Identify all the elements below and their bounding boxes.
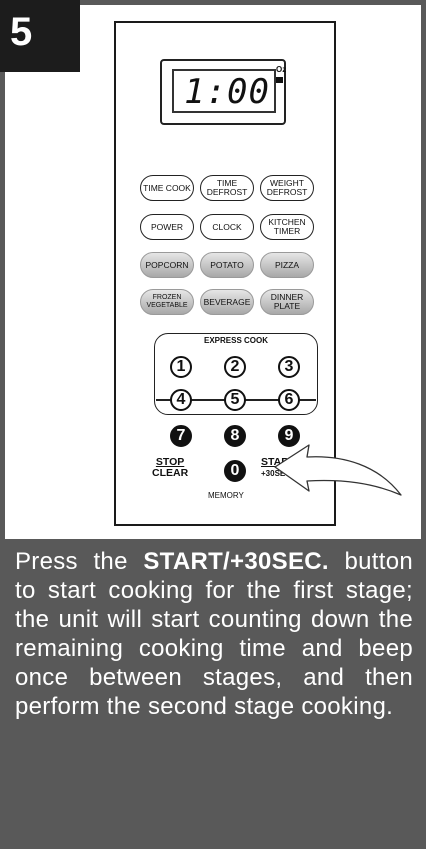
instruction-pre: Press the <box>15 548 144 575</box>
kitchen-timer-button[interactable]: KITCHEN TIMER <box>260 214 314 240</box>
clock-button[interactable]: CLOCK <box>200 214 254 240</box>
stop-clear-button[interactable]: STOP CLEAR <box>152 457 188 479</box>
oz-indicator: Oz <box>276 65 287 74</box>
number-3-button[interactable]: 3 <box>278 356 300 378</box>
number-2-button[interactable]: 2 <box>224 356 246 378</box>
number-5-button[interactable]: 5 <box>224 389 246 411</box>
memory-label: MEMORY <box>208 491 244 500</box>
display-time: 1:00 <box>184 72 270 112</box>
instruction-text: Press the START/+30SEC. button to start … <box>15 547 413 721</box>
number-7-button[interactable]: 7 <box>170 425 192 447</box>
number-0-button[interactable]: 0 <box>224 460 246 482</box>
number-1-button[interactable]: 1 <box>170 356 192 378</box>
instruction-panel: Press the START/+30SEC. button to start … <box>5 539 421 844</box>
frozen-vegetable-button[interactable]: FROZEN VEGETABLE <box>140 289 194 315</box>
illustration-area: 1:00 Oz TIME COOK TIME DEFROST WEIGHT DE… <box>5 5 421 535</box>
number-8-button[interactable]: 8 <box>224 425 246 447</box>
number-4-button[interactable]: 4 <box>170 389 192 411</box>
pointer-arrow-icon <box>274 444 402 496</box>
time-cook-button[interactable]: TIME COOK <box>140 175 194 201</box>
number-6-button[interactable]: 6 <box>278 389 300 411</box>
lcd-display: 1:00 Oz <box>160 59 286 125</box>
time-defrost-button[interactable]: TIME DEFROST <box>200 175 254 201</box>
express-cook-label: EXPRESS COOK <box>203 336 268 345</box>
pizza-button[interactable]: PIZZA <box>260 252 314 278</box>
dinner-plate-button[interactable]: DINNER PLATE <box>260 289 314 315</box>
weight-defrost-button[interactable]: WEIGHT DEFROST <box>260 175 314 201</box>
instruction-button-name: START/+30SEC. <box>143 548 329 575</box>
lcd-screen: 1:00 <box>172 69 276 113</box>
beverage-button[interactable]: BEVERAGE <box>200 289 254 315</box>
popcorn-button[interactable]: POPCORN <box>140 252 194 278</box>
step-number-badge: 5 <box>0 0 80 72</box>
power-button[interactable]: POWER <box>140 214 194 240</box>
clear-label: CLEAR <box>152 467 189 479</box>
potato-button[interactable]: POTATO <box>200 252 254 278</box>
cup-icon <box>276 77 283 83</box>
